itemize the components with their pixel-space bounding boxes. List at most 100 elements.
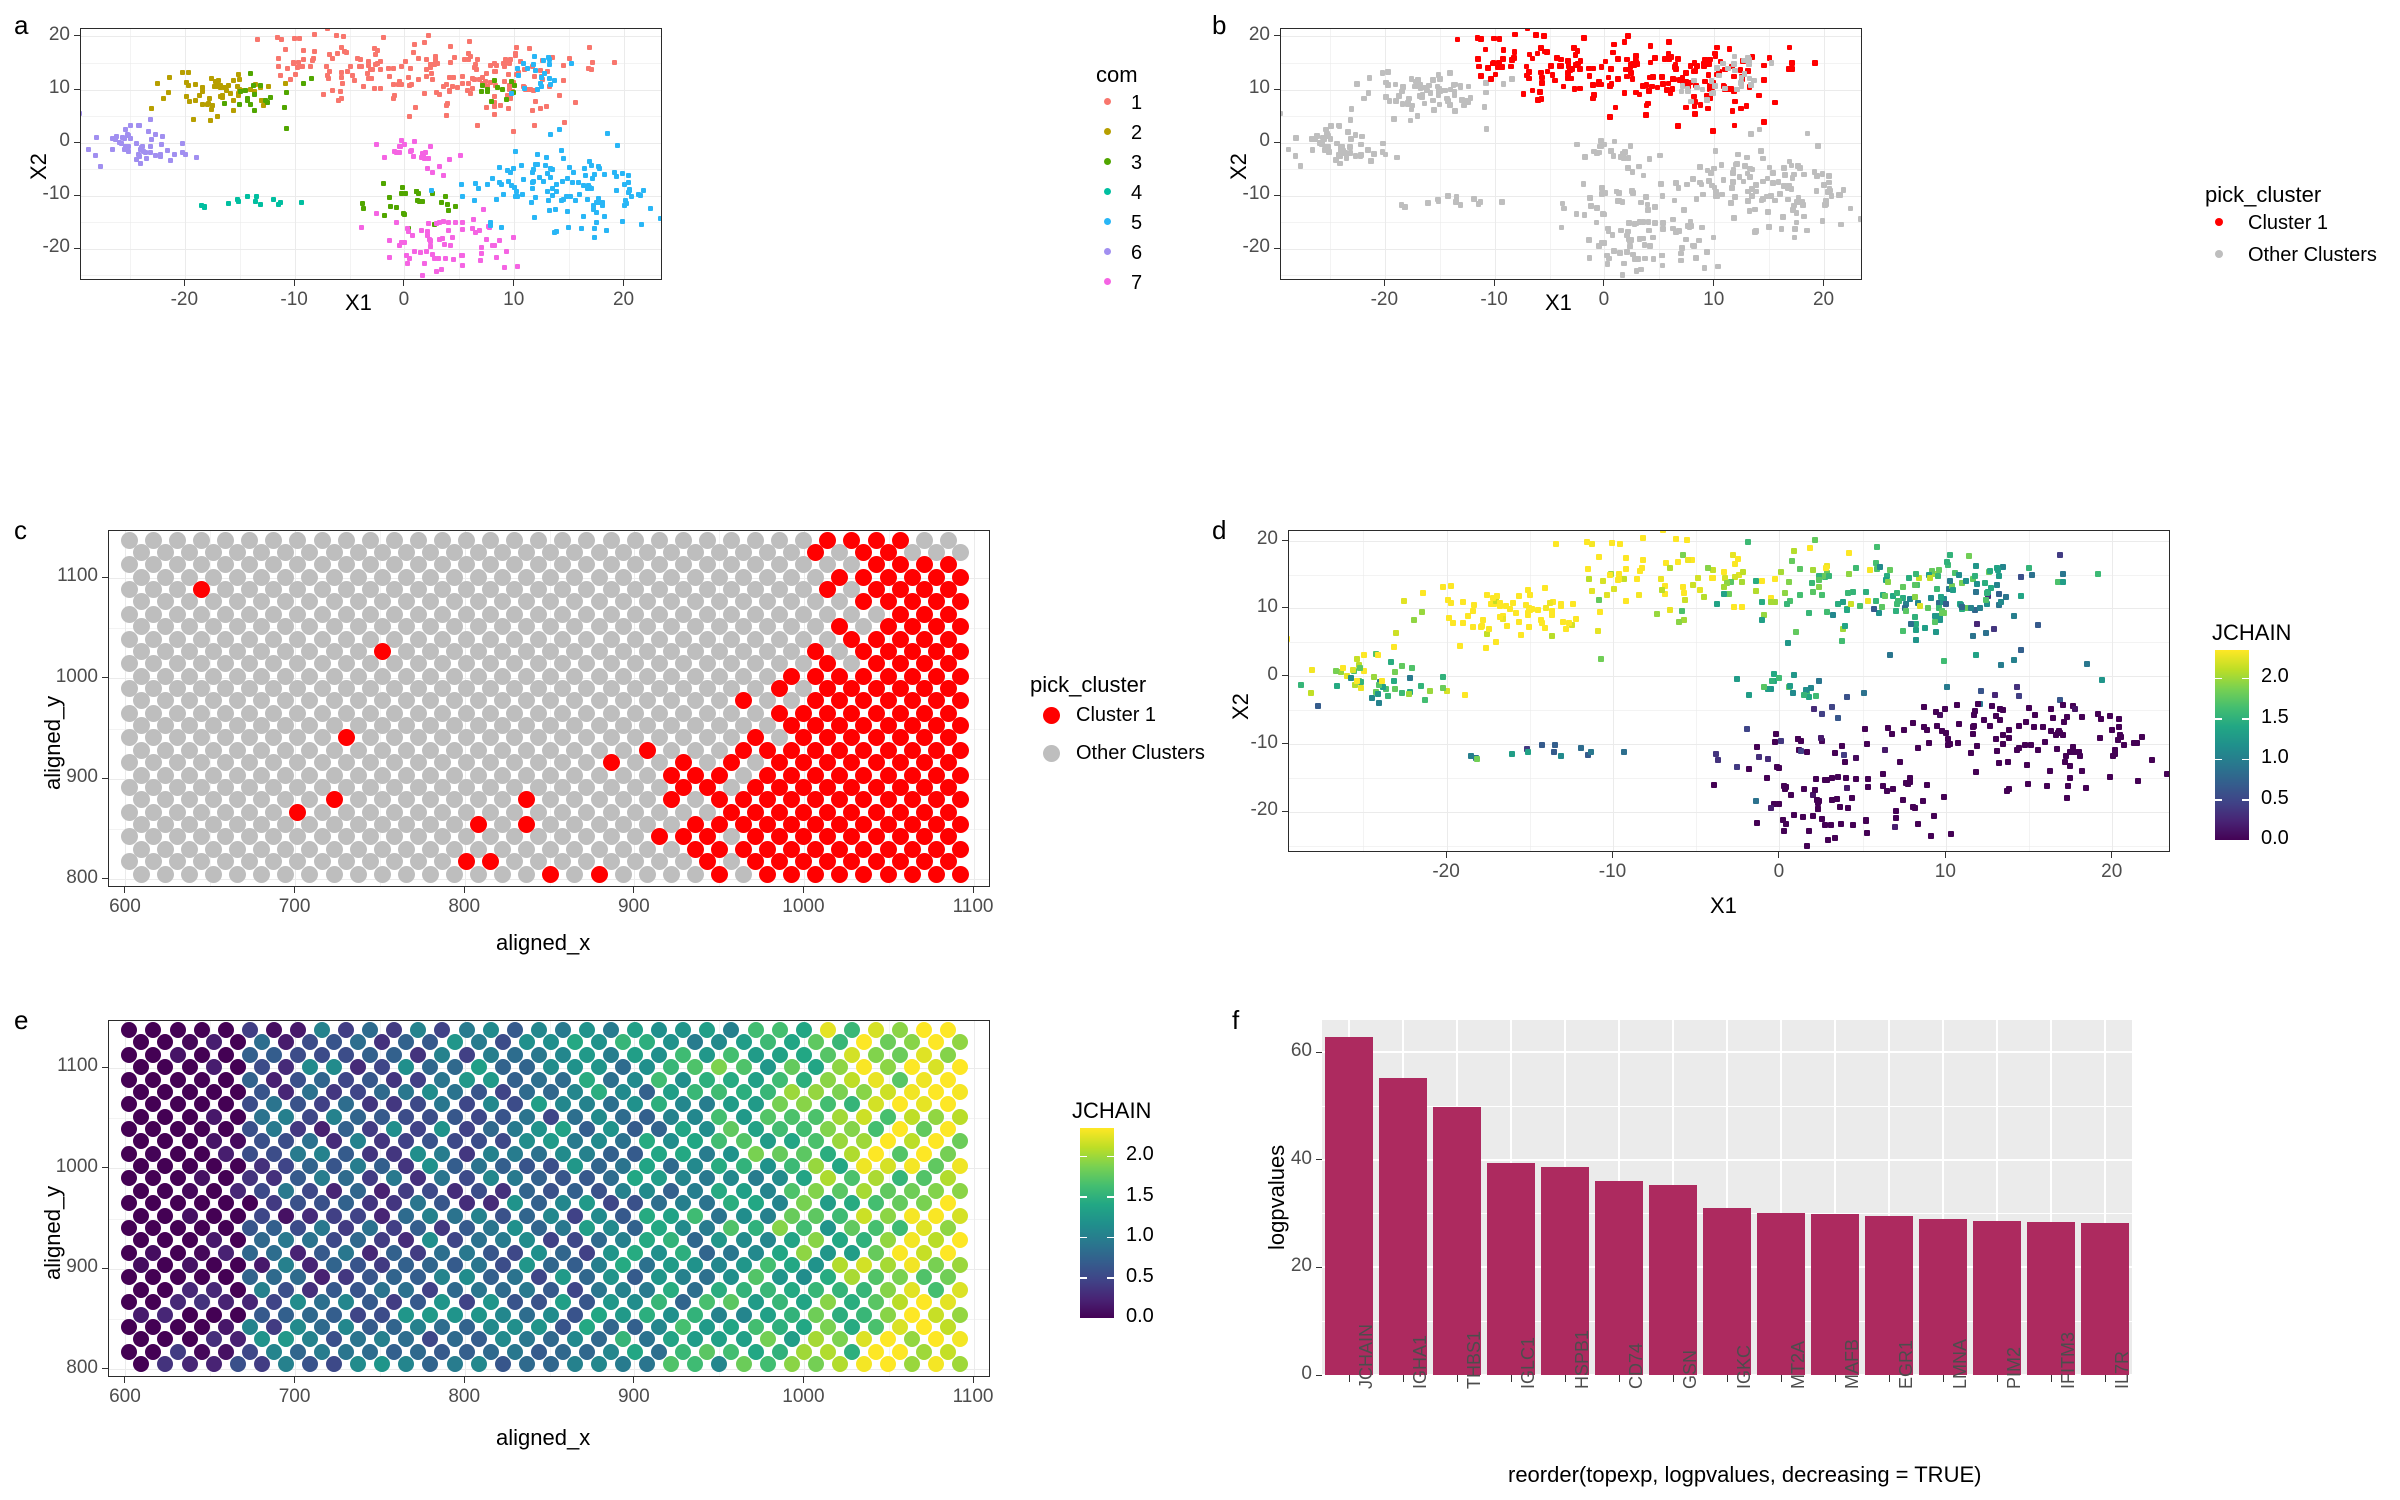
- spot: [759, 1356, 776, 1373]
- f-y-tick-0: 0: [1301, 1363, 1312, 1384]
- spot: [566, 865, 584, 883]
- data-point: [1474, 34, 1481, 41]
- tick-label: 800: [448, 896, 481, 917]
- data-point: [1534, 606, 1541, 613]
- data-point: [613, 188, 619, 194]
- jchain-tick-0.0: 0.0: [1126, 1305, 1154, 1327]
- data-point: [2006, 727, 2013, 734]
- tick-label: 20: [2101, 861, 2123, 882]
- data-point: [1789, 690, 1796, 697]
- data-point: [425, 228, 431, 234]
- legend-label-com-7: 7: [1131, 272, 1143, 294]
- panel-c-plot-area: [108, 530, 990, 887]
- data-point: [1782, 786, 1789, 793]
- spot: [229, 1306, 246, 1323]
- spot: [205, 1207, 222, 1224]
- data-point: [1444, 97, 1451, 104]
- data-point: [1968, 750, 1975, 757]
- spot: [181, 1356, 198, 1373]
- spot: [795, 1071, 812, 1088]
- data-point: [391, 148, 397, 154]
- data-point: [2053, 745, 2060, 752]
- data-point: [1704, 97, 1710, 103]
- data-point: [572, 99, 578, 105]
- data-point: [587, 45, 593, 51]
- spot: [253, 1207, 270, 1224]
- data-point: [1357, 153, 1364, 160]
- data-point: [1801, 171, 1807, 178]
- data-point: [1445, 193, 1451, 199]
- data-point: [2017, 593, 2024, 600]
- data-point: [440, 172, 446, 178]
- data-point: [428, 64, 434, 70]
- data-point: [1745, 198, 1751, 204]
- data-point: [1806, 610, 1813, 617]
- data-point: [1447, 70, 1453, 77]
- data-point: [1516, 619, 1523, 626]
- data-point: [1490, 60, 1496, 67]
- tick-label: 1100: [57, 1055, 98, 1077]
- data-point: [612, 169, 618, 175]
- data-point: [1539, 80, 1545, 86]
- spot: [241, 1269, 258, 1286]
- spot: [807, 1207, 824, 1224]
- data-point: [1643, 81, 1650, 88]
- spot: [470, 1034, 487, 1051]
- data-point: [1421, 100, 1428, 107]
- spot: [506, 1170, 523, 1187]
- data-point: [560, 179, 566, 185]
- data-point: [1557, 63, 1563, 69]
- data-point: [538, 80, 544, 86]
- spot: [157, 1232, 174, 1249]
- data-point: [475, 56, 481, 62]
- data-point: [1912, 582, 1919, 589]
- spot: [554, 1096, 571, 1113]
- data-point: [1670, 216, 1676, 223]
- data-point: [1431, 107, 1437, 113]
- data-point: [1775, 765, 1782, 772]
- panel-c-x-axis-title: aligned_x: [496, 930, 591, 955]
- data-point: [1889, 786, 1896, 793]
- spot: [771, 1294, 788, 1311]
- data-point: [1839, 742, 1846, 749]
- spot: [434, 1343, 451, 1360]
- spot: [723, 1071, 740, 1088]
- tick-label: 600: [109, 1386, 141, 1407]
- data-point: [1398, 202, 1405, 208]
- data-point: [1789, 558, 1796, 565]
- spot: [229, 1133, 246, 1150]
- spot: [530, 1269, 547, 1286]
- data-point: [2078, 767, 2085, 774]
- spot: [819, 1096, 836, 1113]
- panel-d-legend-title: JCHAIN: [2212, 620, 2292, 645]
- spot: [434, 1096, 451, 1113]
- data-point: [1768, 805, 1775, 812]
- spot: [277, 1356, 294, 1373]
- data-point: [210, 103, 216, 109]
- data-point: [1610, 49, 1616, 56]
- data-point: [301, 47, 307, 53]
- spot: [735, 1207, 752, 1224]
- data-point: [1838, 221, 1844, 228]
- spot: [591, 1331, 608, 1348]
- data-point: [531, 54, 537, 60]
- data-point: [1691, 103, 1698, 110]
- data-point: [1392, 630, 1399, 637]
- spot: [518, 1331, 535, 1348]
- data-point: [1714, 65, 1720, 71]
- legend-swatch-other-clusters: [1043, 745, 1060, 762]
- spot: [831, 1108, 848, 1125]
- data-point: [1758, 616, 1765, 623]
- data-point: [1885, 579, 1892, 586]
- data-point: [1786, 44, 1793, 51]
- f-x-tick-IGKC: IGKC: [1734, 1344, 1754, 1389]
- data-point: [1987, 568, 1994, 574]
- data-point: [1734, 86, 1741, 93]
- spot: [892, 1096, 909, 1113]
- data-point: [1691, 243, 1698, 249]
- spot: [723, 1170, 740, 1187]
- spot: [880, 1331, 897, 1348]
- data-point: [1748, 82, 1754, 88]
- data-point: [1698, 181, 1705, 188]
- spot: [157, 1083, 174, 1100]
